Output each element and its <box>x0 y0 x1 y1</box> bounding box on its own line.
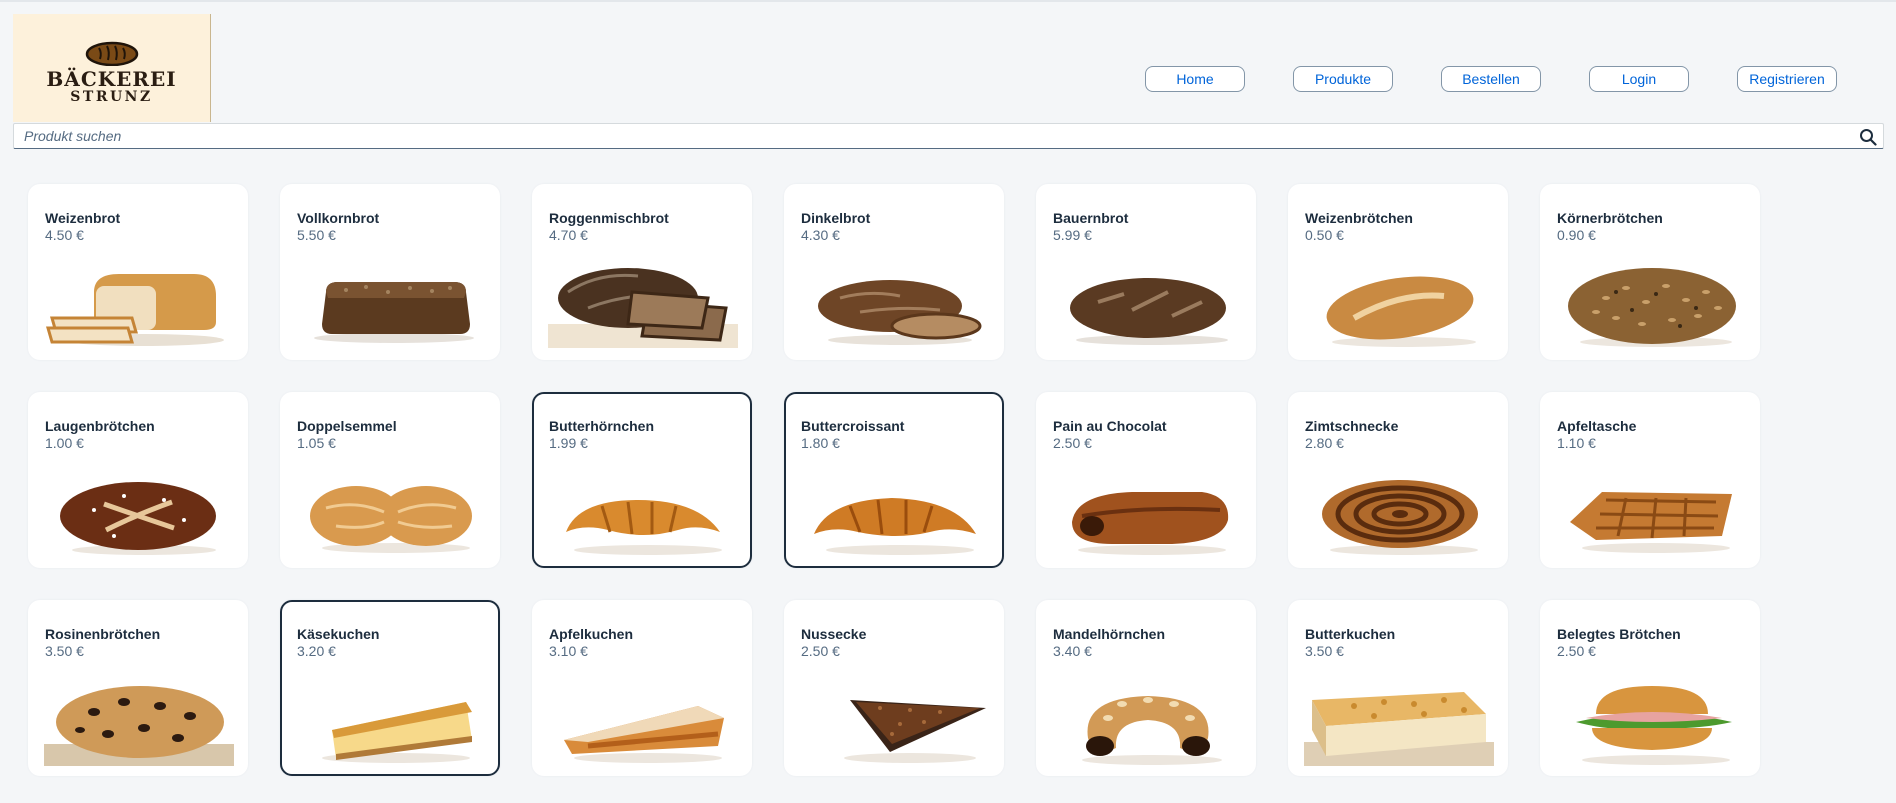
product-card-bauernbrot[interactable]: Bauernbrot 5.99 € <box>1036 184 1256 360</box>
nav-order-button[interactable]: Bestellen <box>1441 66 1541 92</box>
product-card-buttercroissant[interactable]: Buttercroissant 1.80 € <box>784 392 1004 568</box>
product-name: Mandelhörnchen <box>1053 626 1166 642</box>
product-name: Nussecke <box>801 626 867 642</box>
product-card-weizenbroetchen[interactable]: Weizenbrötchen 0.50 € <box>1288 184 1508 360</box>
product-card-roggenmischbrot[interactable]: Roggenmischbrot 4.70 € <box>532 184 752 360</box>
product-name: Belegtes Brötchen <box>1557 626 1681 642</box>
almond-horn-image <box>1082 696 1222 765</box>
product-name: Weizenbrot <box>45 210 121 226</box>
product-price: 3.10 € <box>549 643 588 659</box>
product-card-koernerbroetchen[interactable]: Körnerbrötchen 0.90 € <box>1540 184 1760 360</box>
nav-home-button[interactable]: Home <box>1145 66 1245 92</box>
apple-turnover-image <box>1570 492 1732 553</box>
product-price: 2.80 € <box>1305 435 1344 451</box>
product-price: 4.30 € <box>801 227 840 243</box>
product-price: 3.50 € <box>1305 643 1344 659</box>
nav-products-button[interactable]: Produkte <box>1293 66 1393 92</box>
product-card-belegtes-broetchen[interactable]: Belegtes Brötchen 2.50 € <box>1540 600 1760 776</box>
farmer-bread-image <box>1070 278 1228 345</box>
product-name: Doppelsemmel <box>297 418 397 434</box>
product-card-doppelsemmel[interactable]: Doppelsemmel 1.05 € <box>280 392 500 568</box>
product-name: Körnerbrötchen <box>1557 210 1663 226</box>
product-price: 1.05 € <box>297 435 336 451</box>
product-name: Bauernbrot <box>1053 210 1129 226</box>
spelt-bread-image <box>818 280 982 345</box>
product-name: Dinkelbrot <box>801 210 871 226</box>
product-card-butterhoernchen[interactable]: Butterhörnchen 1.99 € <box>532 392 752 568</box>
product-card-rosinenbroetchen[interactable]: Rosinenbrötchen 3.50 € <box>28 600 248 776</box>
product-name: Apfelkuchen <box>549 626 634 642</box>
product-name: Apfeltasche <box>1557 418 1637 434</box>
croissant-image <box>566 500 722 555</box>
product-price: 5.50 € <box>297 227 336 243</box>
search-input[interactable] <box>14 124 1864 148</box>
product-price: 4.50 € <box>45 227 84 243</box>
product-price: 1.80 € <box>801 435 840 451</box>
croissant-image <box>814 498 976 555</box>
product-card-butterkuchen[interactable]: Butterkuchen 3.50 € <box>1288 600 1508 776</box>
product-card-weizenbrot[interactable]: Weizenbrot 4.50 € <box>28 184 248 360</box>
cheesecake-image <box>322 702 472 763</box>
product-card-laugenbroetchen[interactable]: Laugenbrötchen 1.00 € <box>28 392 248 568</box>
product-price: 3.40 € <box>1053 643 1092 659</box>
nav-register-button[interactable]: Registrieren <box>1737 66 1837 92</box>
product-price: 3.20 € <box>297 643 336 659</box>
wheat-roll-image <box>1326 276 1476 347</box>
double-roll-image <box>310 486 472 553</box>
search-bar <box>13 123 1884 149</box>
product-name: Roggenmischbrot <box>549 210 669 226</box>
product-price: 5.99 € <box>1053 227 1092 243</box>
product-card-dinkelbrot[interactable]: Dinkelbrot 4.30 € <box>784 184 1004 360</box>
sliced-white-bread-image <box>46 274 224 346</box>
product-price: 3.50 € <box>45 643 84 659</box>
product-card-vollkornbrot[interactable]: Vollkornbrot 5.50 € <box>280 184 500 360</box>
product-price: 2.50 € <box>1053 435 1092 451</box>
butter-cake-image <box>1304 692 1494 766</box>
raisin-roll-image <box>44 686 234 766</box>
product-price: 1.10 € <box>1557 435 1596 451</box>
sandwich-image <box>1576 686 1732 765</box>
product-name: Laugenbrötchen <box>45 418 155 434</box>
product-card-pain-au-chocolat[interactable]: Pain au Chocolat 2.50 € <box>1036 392 1256 568</box>
product-name: Buttercroissant <box>801 418 905 434</box>
product-price: 0.90 € <box>1557 227 1596 243</box>
product-card-kaesekuchen[interactable]: Käsekuchen 3.20 € <box>280 600 500 776</box>
product-price: 4.70 € <box>549 227 588 243</box>
product-name: Rosinenbrötchen <box>45 626 161 642</box>
wholegrain-loaf-image <box>314 282 474 343</box>
pretzel-roll-image <box>60 482 216 555</box>
product-card-zimtschnecke[interactable]: Zimtschnecke 2.80 € <box>1288 392 1508 568</box>
product-name: Butterkuchen <box>1305 626 1396 642</box>
product-price: 1.99 € <box>549 435 588 451</box>
product-name: Vollkornbrot <box>297 210 380 226</box>
nav-login-button[interactable]: Login <box>1589 66 1689 92</box>
product-card-apfeltasche[interactable]: Apfeltasche 1.10 € <box>1540 392 1760 568</box>
product-name: Weizenbrötchen <box>1305 210 1413 226</box>
product-price: 2.50 € <box>1557 643 1596 659</box>
top-border <box>0 0 1896 2</box>
seed-roll-image <box>1568 268 1736 347</box>
cinnamon-roll-image <box>1322 480 1478 555</box>
product-price: 2.50 € <box>801 643 840 659</box>
pain-au-chocolat-image <box>1072 492 1229 555</box>
bread-loaf-icon <box>85 41 138 66</box>
search-icon[interactable] <box>1859 128 1877 146</box>
product-card-apfelkuchen[interactable]: Apfelkuchen 3.10 € <box>532 600 752 776</box>
product-price: 1.00 € <box>45 435 84 451</box>
product-price: 0.50 € <box>1305 227 1344 243</box>
product-name: Zimtschnecke <box>1305 418 1399 434</box>
main-navigation: Home Produkte Bestellen Login Registrier… <box>0 66 1896 92</box>
product-name: Pain au Chocolat <box>1053 418 1167 434</box>
product-name: Käsekuchen <box>297 626 380 642</box>
apple-cake-image <box>564 706 724 763</box>
rye-bread-image <box>548 268 738 348</box>
nut-corner-image <box>844 700 986 763</box>
product-card-mandelhoernchen[interactable]: Mandelhörnchen 3.40 € <box>1036 600 1256 776</box>
product-card-nussecke[interactable]: Nussecke 2.50 € <box>784 600 1004 776</box>
product-name: Butterhörnchen <box>549 418 654 434</box>
